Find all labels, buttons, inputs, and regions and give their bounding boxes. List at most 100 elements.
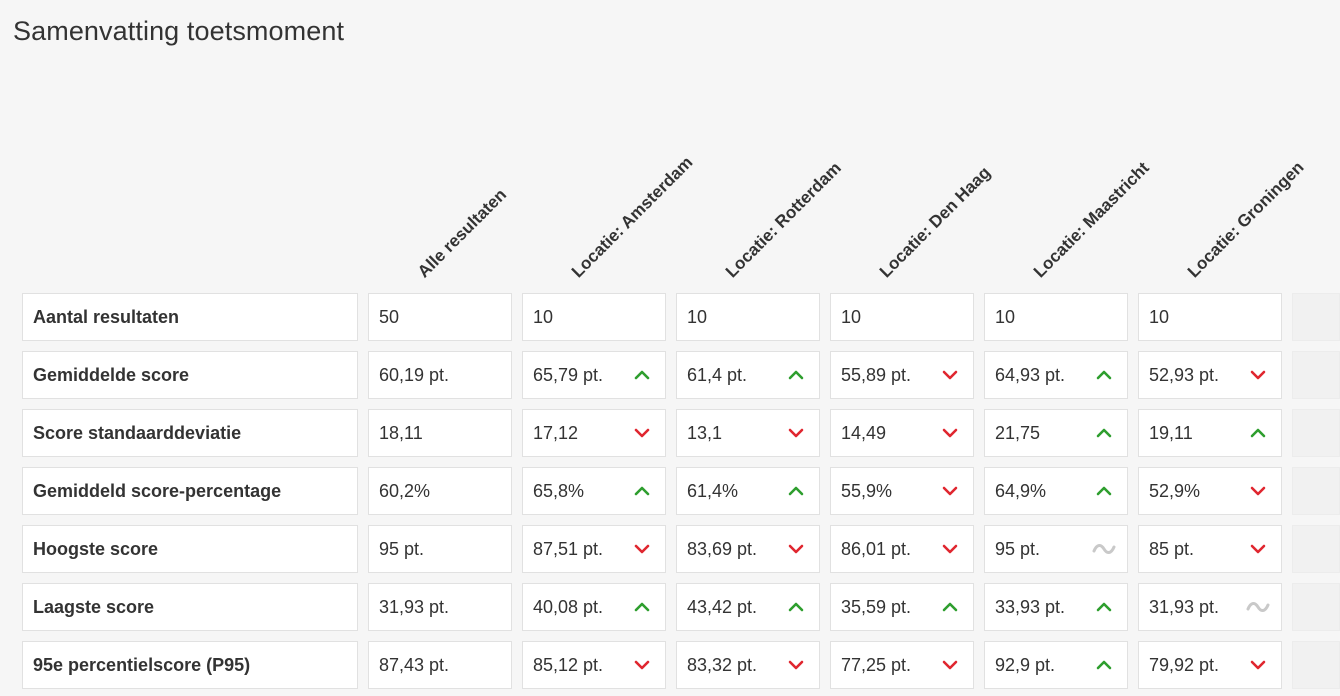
- trend-down-icon: [633, 425, 651, 441]
- table-cell-alle-resultaten: 31,93 pt.: [368, 583, 512, 631]
- trend-up-icon: [1095, 599, 1113, 615]
- column-header-label: Locatie: Rotterdam: [721, 158, 845, 282]
- cell-value: 87,51 pt.: [533, 539, 604, 559]
- trend-up-icon: [787, 483, 805, 499]
- table-cell-locatie-rotterdam: 61,4 pt.: [676, 351, 820, 399]
- table-cell-locatie-den-haag: 14,49: [830, 409, 974, 457]
- cell-value: 40,08 pt.: [533, 597, 604, 617]
- trend-down-icon: [1249, 657, 1267, 673]
- table-cell-offscreen: [1292, 351, 1340, 399]
- table-cell-locatie-maastricht: 95 pt.: [984, 525, 1128, 573]
- row-label: Hoogste score: [22, 525, 358, 573]
- row-label: Gemiddelde score: [22, 351, 358, 399]
- table-cell-locatie-den-haag: 77,25 pt.: [830, 641, 974, 689]
- trend-down-icon: [941, 367, 959, 383]
- cell-value: 10: [995, 307, 1016, 327]
- table-cell-locatie-den-haag: 55,89 pt.: [830, 351, 974, 399]
- table-cell-alle-resultaten: 60,19 pt.: [368, 351, 512, 399]
- table-cell-alle-resultaten: 18,11: [368, 409, 512, 457]
- trend-down-icon: [787, 657, 805, 673]
- trend-down-icon: [633, 657, 651, 673]
- table-cell-locatie-amsterdam: 17,12: [522, 409, 666, 457]
- cell-value: 85,12 pt.: [533, 655, 604, 675]
- trend-down-icon: [941, 541, 959, 557]
- row-label: Aantal resultaten: [22, 293, 358, 341]
- table-cell-locatie-maastricht: 64,9%: [984, 467, 1128, 515]
- table-cell-locatie-maastricht: 33,93 pt.: [984, 583, 1128, 631]
- trend-up-icon: [941, 599, 959, 615]
- cell-value: 21,75: [995, 423, 1041, 443]
- summary-page: Samenvatting toetsmoment Alle resultaten…: [0, 0, 1340, 696]
- column-header-label: Alle resultaten: [413, 185, 511, 282]
- table-cell-locatie-den-haag: 35,59 pt.: [830, 583, 974, 631]
- table-cell-locatie-den-haag: 55,9%: [830, 467, 974, 515]
- table-cell-locatie-rotterdam: 10: [676, 293, 820, 341]
- table-cell-locatie-groningen: 10: [1138, 293, 1282, 341]
- table-cell-offscreen: [1292, 583, 1340, 631]
- cell-value: 83,69 pt.: [687, 539, 758, 559]
- trend-equal-icon: [1246, 599, 1270, 615]
- cell-value: 64,9%: [995, 481, 1047, 501]
- trend-down-icon: [633, 541, 651, 557]
- table-cell-offscreen: [1292, 409, 1340, 457]
- table-cell-locatie-rotterdam: 43,42 pt.: [676, 583, 820, 631]
- cell-value: 55,9%: [841, 481, 893, 501]
- table-cell-locatie-amsterdam: 87,51 pt.: [522, 525, 666, 573]
- cell-value: 10: [1149, 307, 1170, 327]
- trend-up-icon: [1249, 425, 1267, 441]
- cell-value: 92,9 pt.: [995, 655, 1056, 675]
- cell-value: 61,4%: [687, 481, 739, 501]
- cell-value: 13,1: [687, 423, 723, 443]
- table-cell-offscreen: [1292, 467, 1340, 515]
- trend-up-icon: [1095, 367, 1113, 383]
- table-cell-locatie-maastricht: 10: [984, 293, 1128, 341]
- cell-value: 55,89 pt.: [841, 365, 912, 385]
- row-label: Score standaarddeviatie: [22, 409, 358, 457]
- trend-down-icon: [941, 425, 959, 441]
- table-cell-alle-resultaten: 95 pt.: [368, 525, 512, 573]
- cell-value: 52,9%: [1149, 481, 1201, 501]
- cell-value: 50: [379, 307, 400, 327]
- column-header-label: Locatie: Amsterdam: [567, 152, 697, 282]
- trend-down-icon: [1249, 367, 1267, 383]
- table-cell-locatie-rotterdam: 83,69 pt.: [676, 525, 820, 573]
- table-cell-offscreen: [1292, 525, 1340, 573]
- cell-value: 79,92 pt.: [1149, 655, 1220, 675]
- trend-down-icon: [787, 541, 805, 557]
- table-cell-locatie-groningen: 79,92 pt.: [1138, 641, 1282, 689]
- table-cell-locatie-groningen: 85 pt.: [1138, 525, 1282, 573]
- cell-value: 86,01 pt.: [841, 539, 912, 559]
- trend-down-icon: [941, 483, 959, 499]
- trend-up-icon: [1095, 425, 1113, 441]
- table-cell-locatie-maastricht: 21,75: [984, 409, 1128, 457]
- cell-value: 31,93 pt.: [1149, 597, 1220, 617]
- cell-value: 95 pt.: [995, 539, 1041, 559]
- table-cell-locatie-amsterdam: 65,8%: [522, 467, 666, 515]
- trend-up-icon: [1095, 657, 1113, 673]
- table-cell-locatie-amsterdam: 40,08 pt.: [522, 583, 666, 631]
- table-cell-locatie-amsterdam: 85,12 pt.: [522, 641, 666, 689]
- column-header-label: Locatie: Maastricht: [1029, 158, 1153, 282]
- cell-value: 65,8%: [533, 481, 585, 501]
- table-cell-alle-resultaten: 50: [368, 293, 512, 341]
- table-cell-locatie-maastricht: 64,93 pt.: [984, 351, 1128, 399]
- cell-value: 64,93 pt.: [995, 365, 1066, 385]
- cell-value: 19,11: [1149, 423, 1193, 443]
- cell-value: 95 pt.: [379, 539, 425, 559]
- column-header-label: Locatie: Den Haag: [875, 162, 995, 282]
- cell-value: 18,11: [379, 423, 423, 443]
- trend-down-icon: [1249, 541, 1267, 557]
- cell-value: 65,79 pt.: [533, 365, 604, 385]
- cell-value: 61,4 pt.: [687, 365, 748, 385]
- cell-value: 87,43 pt.: [379, 655, 450, 675]
- cell-value: 77,25 pt.: [841, 655, 912, 675]
- row-label: Gemiddeld score-percentage: [22, 467, 358, 515]
- trend-up-icon: [787, 367, 805, 383]
- table-cell-locatie-amsterdam: 65,79 pt.: [522, 351, 666, 399]
- trend-up-icon: [1095, 483, 1113, 499]
- table-cell-locatie-groningen: 31,93 pt.: [1138, 583, 1282, 631]
- table-cell-locatie-maastricht: 92,9 pt.: [984, 641, 1128, 689]
- cell-value: 10: [687, 307, 708, 327]
- cell-value: 17,12: [533, 423, 579, 443]
- cell-value: 60,19 pt.: [379, 365, 450, 385]
